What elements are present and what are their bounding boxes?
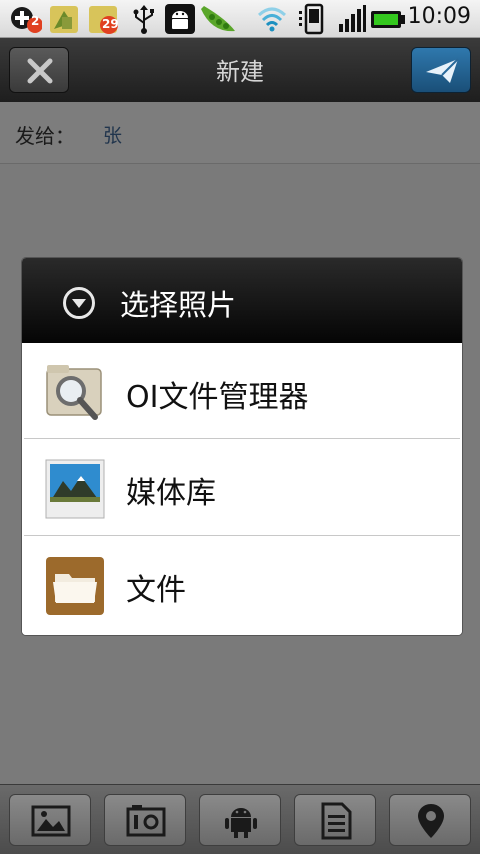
camera-icon <box>126 805 166 837</box>
dialog-title: 选择照片 <box>120 288 237 322</box>
usb-icon <box>133 5 154 34</box>
attach-image-button[interactable] <box>9 794 91 846</box>
dialog-item-label: OI文件管理器 <box>126 380 309 415</box>
folder-icon <box>46 557 104 615</box>
recipient-row[interactable]: 发给： 张 <box>0 102 480 164</box>
page-title: 新建 <box>216 58 264 86</box>
bottom-toolbar <box>0 784 480 854</box>
phone-sync-icon <box>299 3 324 35</box>
status-bar: 2 29 10:09 <box>0 0 480 38</box>
notification-badge-29: 29 <box>102 17 119 31</box>
android-app-button[interactable] <box>199 794 281 846</box>
image-icon <box>31 805 71 837</box>
dialog-item-gallery[interactable]: 媒体库 <box>22 439 462 535</box>
android-debug-icon <box>165 4 195 34</box>
send-button[interactable] <box>411 47 471 93</box>
wifi-icon <box>257 7 287 32</box>
dialog-item-files[interactable]: 文件 <box>22 536 462 635</box>
location-pin-icon <box>418 804 444 838</box>
file-manager-magnifier-icon <box>46 365 102 420</box>
gallery-landscape-icon <box>45 459 105 519</box>
recipient-label: 发给： <box>15 124 75 148</box>
signal-icon <box>339 5 366 32</box>
location-button[interactable] <box>389 794 471 846</box>
chevron-down-circle-icon <box>63 287 95 319</box>
dialog-item-label: 文件 <box>126 573 186 608</box>
recipient-value[interactable]: 张 <box>103 121 122 148</box>
battery-icon <box>371 11 405 28</box>
notification-badge-2: 2 <box>31 14 40 28</box>
title-bar: 新建 <box>0 38 480 102</box>
app-update-icon <box>50 6 78 33</box>
select-photo-dialog: 选择照片 OI文件管理器 媒体库 文件 <box>22 258 462 635</box>
pea-pod-icon <box>201 6 235 32</box>
document-icon <box>321 802 352 840</box>
attach-document-button[interactable] <box>294 794 376 846</box>
android-icon <box>225 808 257 838</box>
dialog-item-oi-file-manager[interactable]: OI文件管理器 <box>22 343 462 439</box>
dialog-header: 选择照片 <box>22 258 462 343</box>
dialog-item-label: 媒体库 <box>126 476 216 511</box>
status-time: 10:09 <box>407 4 471 29</box>
send-icon <box>426 58 459 83</box>
camera-button[interactable] <box>104 794 186 846</box>
